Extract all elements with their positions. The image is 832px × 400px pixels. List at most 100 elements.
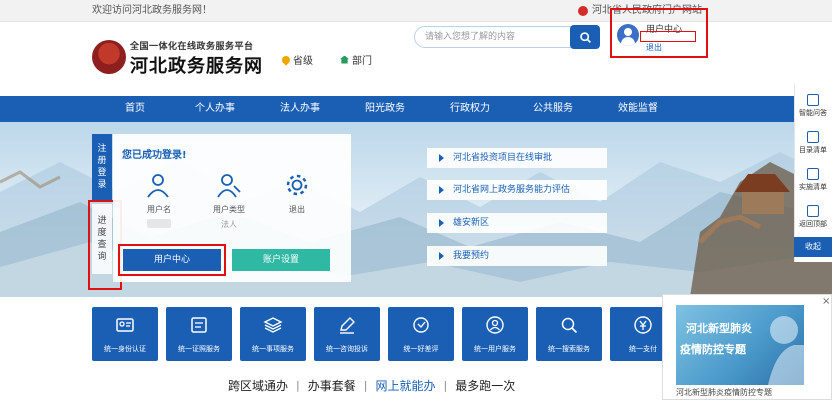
search-placeholder: 请输入您想了解的内容 [425,32,516,42]
progress-char-1: 进 [97,216,107,226]
register-login-tab[interactable]: 注 册 登 录 [92,134,112,200]
dock-label: 返回顶部 [799,220,827,228]
progress-char-2: 度 [97,228,107,238]
search-icon [579,31,591,43]
layers-icon [263,317,283,333]
progress-char-3: 查 [97,240,107,250]
nav-supervision[interactable]: 效能监督 [618,96,658,122]
license-icon [191,317,207,333]
site-logo-icon[interactable] [92,40,126,74]
nav-open-government[interactable]: 阳光政务 [365,96,405,122]
page: 欢迎访问河北政务服务网！ 河北省人民政府门户网站 全国一体化在线政务服务平台 河… [0,0,832,400]
slogan-separator: | [296,379,300,392]
user-icon [147,174,169,198]
dock-back-to-top[interactable]: 返回顶部 [794,199,832,235]
slogan-online[interactable]: 网上就能办 [375,377,435,394]
user-type-value: 法人 [221,220,237,229]
tile-label: 统一搜索服务 [548,345,590,353]
national-emblem-icon [578,6,588,16]
main-navbar: 首页 个人办事 法人办事 阳光政务 行政权力 公共服务 效能监督 [0,96,832,122]
search-service-icon [561,317,578,334]
search-button[interactable] [570,25,600,49]
id-card-icon [116,318,134,332]
user-type-icon [217,174,241,198]
nav-provincial[interactable]: 省级 [280,52,313,67]
tile-label: 统一身份认证 [104,345,146,353]
tile-identity-auth[interactable]: 统一身份认证 [92,307,158,361]
progress-query-tab[interactable]: 进 度 查 询 [92,204,112,274]
username-label: 用户名 [147,205,171,214]
payment-icon [634,316,652,334]
nav-departments[interactable]: 部门 [340,52,372,67]
promo-title-line1: 河北新型肺炎 [686,322,752,335]
user-center-button[interactable]: 用户中心 [123,249,221,271]
nav-home[interactable]: 首页 [125,96,145,122]
logo-subtitle: 全国一体化在线政务服务平台 [130,42,254,52]
nav-corporate[interactable]: 法人办事 [280,96,320,122]
notice-service-evaluation[interactable]: 河北省网上政务服务能力评估 [427,180,607,200]
notice-label: 我要预约 [453,251,490,261]
promo-caption[interactable]: 河北新型肺炎疫情防控专题 [676,387,772,398]
slogan-cross-region[interactable]: 跨区域通办 [228,377,288,394]
tile-label: 统一证照服务 [178,345,220,353]
notice-label: 河北省投资项目在线审批 [453,153,553,163]
user-type-label: 用户类型 [213,205,245,214]
promo-title-line2: 疫情防控专题 [680,343,746,356]
tile-search-service[interactable]: 统一搜索服务 [536,307,602,361]
nav-personal[interactable]: 个人办事 [195,96,235,122]
nav-provincial-label: 省级 [293,56,313,67]
header-logout-link[interactable]: 退出 [646,42,662,53]
user-avatar-icon[interactable] [617,24,639,46]
register-char-2: 册 [97,155,107,166]
user-name-highlight[interactable] [640,31,696,42]
chat-icon [807,94,819,106]
tile-rating[interactable]: 统一好差评 [388,307,454,361]
notice-label: 雄安新区 [453,218,490,228]
notice-xiongan[interactable]: 雄安新区 [427,213,607,233]
tile-label: 统一咨询投诉 [326,345,368,353]
rating-icon [413,317,429,333]
register-char-3: 登 [97,167,107,178]
close-icon[interactable]: × [822,296,830,307]
logout-gear-icon[interactable] [284,172,310,198]
user-service-icon [486,316,504,334]
nav-departments-label: 部门 [352,56,372,67]
slogan-separator: | [443,379,448,392]
service-slogan: 跨区域通办 | 办事套餐 | 网上就能办 | 最多跑一次 [228,377,515,394]
nav-admin-power[interactable]: 行政权力 [450,96,490,122]
dock-label: 智能问答 [799,109,827,117]
notice-investment-approval[interactable]: 河北省投资项目在线审批 [427,148,607,168]
dock-collapse-button[interactable]: 收起 [794,237,832,257]
notice-appointment[interactable]: 我要预约 [427,246,607,266]
dock-smart-qa[interactable]: 智能问答 [794,88,832,124]
username-blurred [147,219,171,228]
tile-matter-service[interactable]: 统一事项服务 [240,307,306,361]
slogan-service-package[interactable]: 办事套餐 [308,377,356,394]
location-pin-icon [280,53,292,66]
tile-label: 统一用户服务 [474,345,516,353]
slogan-separator: | [363,379,368,392]
login-success-title: 您已成功登录! [122,150,187,161]
tile-license-service[interactable]: 统一证照服务 [166,307,232,361]
slogan-run-once[interactable]: 最多跑一次 [455,377,515,394]
tile-label: 统一好差评 [403,345,439,353]
edit-icon [340,317,355,334]
panel-logout-label[interactable]: 退出 [289,204,305,215]
tile-user-service[interactable]: 统一用户服务 [462,307,528,361]
register-char-1: 注 [97,143,107,154]
document-icon [807,168,819,180]
dock-implementation-list[interactable]: 实施清单 [794,162,832,198]
arrow-up-icon [807,205,819,217]
logo-title[interactable]: 河北政务服务网 [130,52,263,78]
list-icon [807,131,819,143]
account-settings-button[interactable]: 账户设置 [232,249,330,271]
nav-public-service[interactable]: 公共服务 [533,96,573,122]
dock-label: 目录清单 [799,146,827,154]
tile-label: 统一事项服务 [252,345,294,353]
register-char-4: 录 [97,179,107,190]
dock-label: 实施清单 [799,183,827,191]
tile-consult-complaint[interactable]: 统一咨询投诉 [314,307,380,361]
progress-char-4: 询 [97,252,107,262]
service-tiles: 统一身份认证 统一证照服务 统一事项服务 统一咨询投诉 统一好差评 统一用户服务… [92,307,676,361]
dock-catalog-list[interactable]: 目录清单 [794,125,832,161]
